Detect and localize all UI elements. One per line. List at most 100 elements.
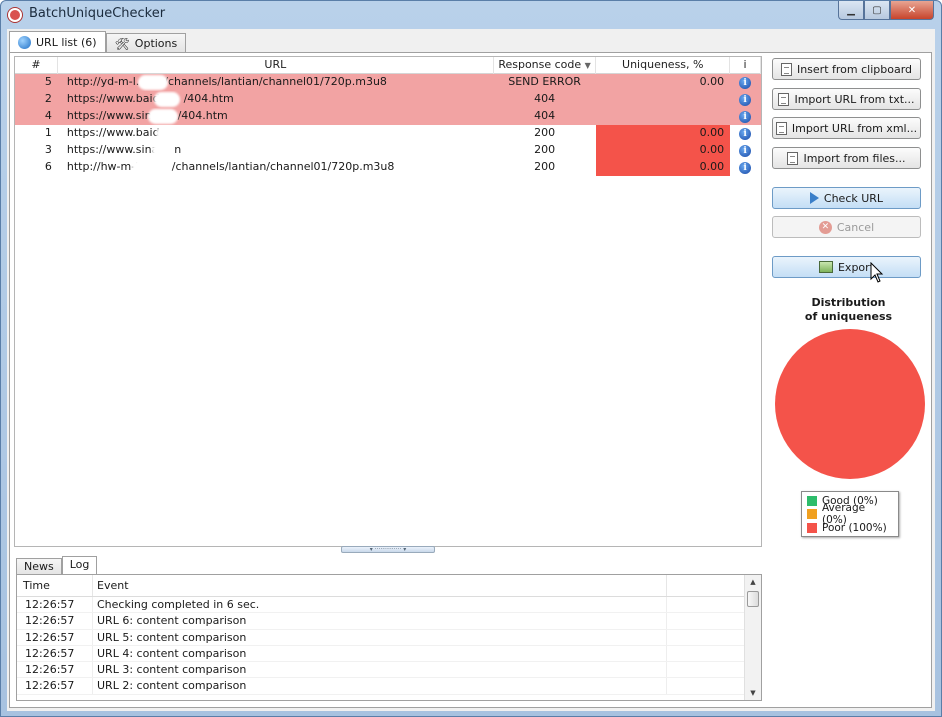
table-row[interactable]: 3 https://www.sina n 200 0.00 i: [15, 142, 761, 159]
info-icon: i: [739, 93, 752, 106]
log-header: Time Event: [17, 575, 761, 597]
col-header-number[interactable]: #: [15, 57, 58, 74]
row-uniqueness: 0.00: [596, 125, 731, 142]
row-number: 3: [44, 143, 52, 156]
tab-url-list[interactable]: URL list (6): [9, 31, 106, 53]
cancel-label: Cancel: [836, 220, 875, 234]
row-info-button[interactable]: i: [730, 142, 761, 159]
table-row[interactable]: 2 https://www.baid/404.htm 404 i: [15, 91, 761, 108]
col-header-uniqueness[interactable]: Uniqueness, %: [596, 57, 731, 74]
log-row: 12:26:57 URL 4: content comparison: [17, 645, 761, 663]
window-controls: ▁ ▢ ✕: [838, 1, 934, 20]
insert-from-clipboard-button[interactable]: Insert from clipboard: [772, 58, 921, 80]
txt-file-icon: [778, 92, 790, 106]
sort-desc-icon: ▼: [584, 61, 591, 70]
url-start: https://www.baid: [66, 92, 160, 105]
info-icon: i: [739, 110, 752, 123]
import-url-xml-button[interactable]: Import URL from xml...: [772, 117, 921, 139]
maximize-button[interactable]: ▢: [864, 1, 890, 20]
pie-legend: Good (0%) Average (0%) Poor (100%): [801, 491, 899, 537]
check-url-button[interactable]: Check URL: [772, 187, 921, 209]
row-info-button[interactable]: i: [730, 159, 761, 176]
url-start: https://www.sin: [66, 109, 152, 122]
log-time: 12:26:57: [17, 597, 93, 613]
window-title: BatchUniqueChecker: [29, 6, 166, 21]
globe-icon: [18, 36, 31, 49]
row-url: https://www.sina n: [58, 142, 494, 159]
row-info-button[interactable]: i: [730, 91, 761, 108]
app-window: BatchUniqueChecker ▁ ▢ ✕ URL list (6) 🛠 …: [0, 0, 942, 717]
tab-url-list-label: URL list (6): [36, 36, 97, 49]
row-info-button[interactable]: i: [730, 125, 761, 142]
mouse-cursor-icon: [870, 262, 884, 283]
export-button[interactable]: Export: [772, 256, 921, 278]
distribution-title: Distribution of uniqueness: [770, 296, 927, 324]
scroll-thumb[interactable]: [747, 591, 759, 607]
url-start: http://hw-m-l.: [66, 160, 142, 173]
title-bar[interactable]: BatchUniqueChecker ▁ ▢ ✕: [1, 1, 941, 29]
row-number: 2: [44, 92, 52, 105]
col-header-response-code[interactable]: Response code ▼: [494, 57, 597, 74]
log-event: Checking completed in 6 sec.: [93, 597, 667, 613]
row-uniqueness: 0.00: [596, 159, 731, 176]
url-end: /channels/lantian/channel01/720p.m3u8: [171, 160, 395, 173]
log-time: 12:26:57: [17, 645, 93, 662]
import-from-files-button[interactable]: Import from files...: [772, 147, 921, 169]
log-row: 12:26:57 URL 3: content comparison: [17, 662, 761, 679]
info-icon: i: [739, 161, 752, 174]
url-end: /channels/lantian/channel01/720p.m3u8: [164, 75, 387, 88]
log-col-event[interactable]: Event: [93, 575, 667, 596]
table-row[interactable]: 6 http://hw-m-l. /channels/lantian/channe…: [15, 159, 761, 176]
url-grid[interactable]: # URL Response code ▼ Uniqueness, % i 5 …: [14, 56, 762, 547]
close-button[interactable]: ✕: [890, 1, 934, 20]
import-from-files-label: Import from files...: [803, 151, 906, 165]
log-panel[interactable]: Time Event 12:26:57 Checking completed i…: [16, 574, 762, 701]
legend-swatch: [807, 495, 817, 506]
import-url-xml-label: Import URL from xml...: [791, 121, 918, 135]
import-url-txt-button[interactable]: Import URL from txt...: [772, 88, 921, 110]
col-header-url[interactable]: URL: [58, 57, 494, 74]
url-start: http://yd-m-l.: [66, 75, 140, 88]
table-row[interactable]: 5 http://yd-m-l. /channels/lantian/channe…: [15, 74, 761, 91]
row-response-code: 404: [534, 109, 556, 122]
row-response-code: SEND ERROR: [508, 75, 581, 88]
row-number: 6: [44, 160, 52, 173]
row-response-code: 200: [534, 143, 556, 156]
row-number: 5: [44, 75, 52, 88]
url-start: https://www.sina: [66, 143, 159, 156]
tab-options[interactable]: 🛠 Options: [105, 33, 187, 53]
col-header-response-code-label: Response code: [498, 58, 582, 71]
row-info-button[interactable]: i: [730, 108, 761, 125]
panel-splitter[interactable]: ▾ ·············· ▾: [341, 546, 435, 553]
cancel-button[interactable]: ✕ Cancel: [772, 216, 921, 238]
table-row[interactable]: 4 https://www.sin/404.htm 404 i: [15, 108, 761, 125]
legend-item-poor: Poor (100%): [807, 521, 893, 535]
tab-log[interactable]: Log: [61, 556, 98, 575]
table-row[interactable]: 1 https://www.baid 200 0.00 i: [15, 125, 761, 142]
row-uniqueness: 0.00: [699, 75, 725, 88]
info-icon: i: [739, 144, 752, 157]
log-scrollbar[interactable]: ▲ ▼: [744, 575, 761, 700]
url-start: https://www.baid: [66, 126, 160, 139]
log-col-time[interactable]: Time: [17, 575, 93, 596]
row-url: https://www.baid/404.htm: [58, 91, 494, 108]
url-end: /404.htm: [183, 92, 234, 105]
client-area: URL list (6) 🛠 Options # URL Response co…: [7, 29, 935, 711]
legend-item-average: Average (0%): [807, 502, 893, 526]
row-url: http://yd-m-l. /channels/lantian/channel0…: [58, 74, 494, 91]
export-icon: [818, 261, 833, 273]
scroll-up-icon[interactable]: ▲: [745, 575, 761, 589]
col-header-info[interactable]: i: [730, 57, 761, 74]
minimize-button[interactable]: ▁: [838, 1, 864, 20]
info-icon: i: [739, 127, 752, 140]
files-icon: [787, 151, 799, 165]
tab-news[interactable]: News: [16, 558, 62, 575]
legend-swatch: [807, 522, 817, 533]
scroll-down-icon[interactable]: ▼: [745, 686, 761, 700]
row-url: http://hw-m-l. /channels/lantian/channel0…: [58, 159, 494, 176]
uniqueness-pie-chart: [775, 329, 925, 479]
log-event: URL 2: content comparison: [93, 678, 667, 694]
row-response-code: 404: [534, 92, 556, 105]
row-response-code: 200: [534, 126, 556, 139]
row-info-button[interactable]: i: [730, 74, 761, 91]
